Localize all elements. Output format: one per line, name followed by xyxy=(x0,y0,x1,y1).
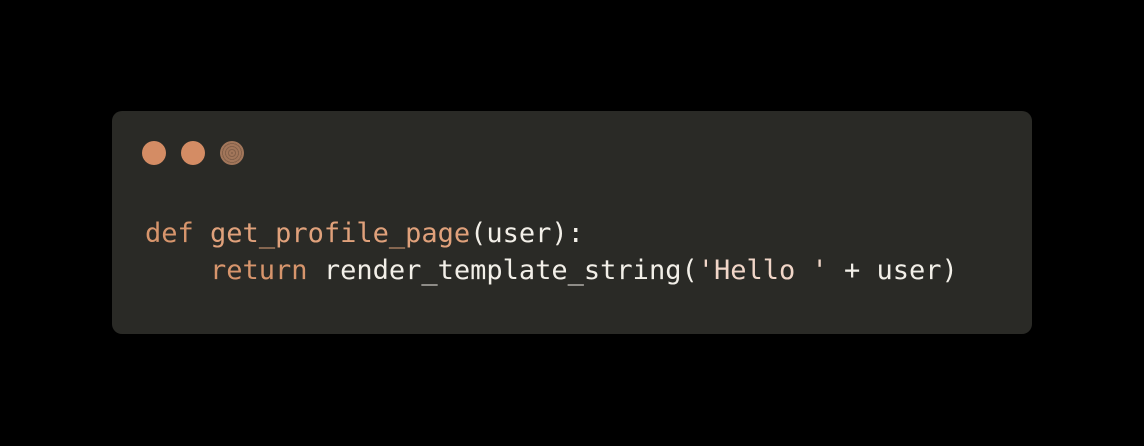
code-block: def get_profile_page(user): return rende… xyxy=(145,215,958,289)
zoom-dot-icon xyxy=(220,141,244,165)
code-window: def get_profile_page(user): return rende… xyxy=(112,111,1032,334)
minimize-dot-icon xyxy=(181,141,205,165)
code-token: get_profile_page xyxy=(210,218,471,249)
code-token: def xyxy=(145,218,194,249)
code-line-1: def get_profile_page(user): xyxy=(145,215,958,252)
code-line-2: return render_template_string('Hello ' +… xyxy=(145,252,958,289)
code-token: render_template_string( xyxy=(307,255,698,286)
code-token: + user) xyxy=(827,255,958,286)
code-token: return xyxy=(210,255,308,286)
code-token: (user): xyxy=(470,218,584,249)
page: def get_profile_page(user): return rende… xyxy=(0,0,1144,446)
code-token: 'Hello ' xyxy=(697,255,828,286)
window-controls xyxy=(142,141,244,165)
close-dot-icon xyxy=(142,141,166,165)
